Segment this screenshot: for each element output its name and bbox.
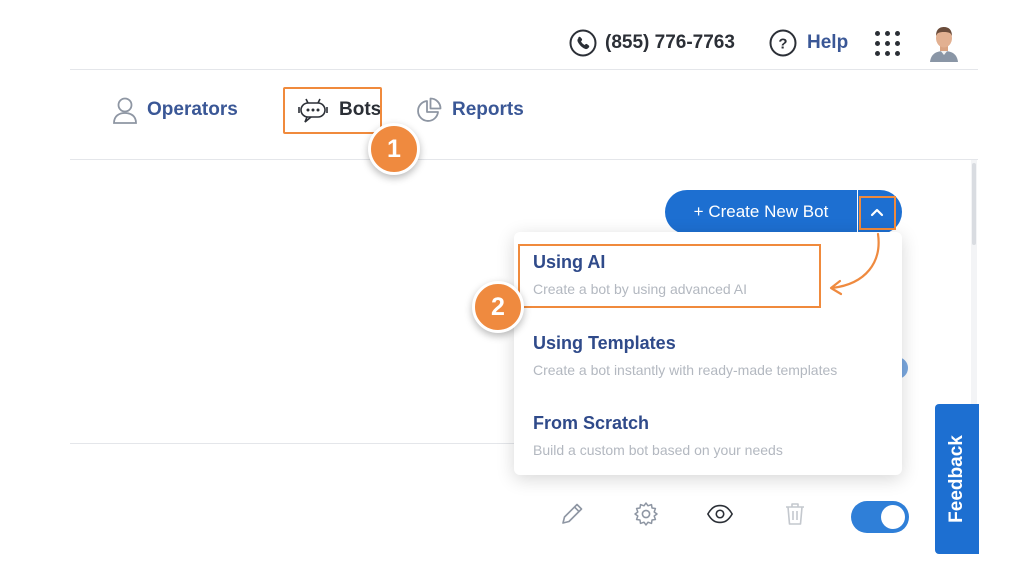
menu-item-description: Build a custom bot based on your needs xyxy=(533,442,783,458)
annotation-arrow-icon xyxy=(829,232,880,296)
pie-chart-icon xyxy=(417,97,442,122)
eye-icon[interactable] xyxy=(706,500,734,528)
user-icon xyxy=(113,97,137,124)
help-link[interactable]: ? Help xyxy=(769,28,848,58)
phone-link[interactable]: (855) 776-7763 xyxy=(569,28,735,58)
toggle-highlight-box xyxy=(859,196,896,230)
menu-item-title: From Scratch xyxy=(533,413,650,433)
tab-operators[interactable]: Operators xyxy=(112,92,238,128)
using-ai-highlight-box xyxy=(518,244,821,308)
phone-number: (855) 776-7763 xyxy=(605,32,735,53)
tabs-divider xyxy=(70,159,978,160)
feedback-label: Feedback xyxy=(946,435,967,523)
tab-label: Operators xyxy=(147,99,238,120)
menu-item-description: Create a bot instantly with ready-made t… xyxy=(533,362,838,378)
row-divider xyxy=(70,443,516,444)
tab-reports[interactable]: Reports xyxy=(415,92,524,128)
menu-item-from-scratch[interactable]: From Scratch Build a custom bot based on… xyxy=(533,413,783,458)
phone-icon xyxy=(569,29,597,57)
step-2-badge: 2 xyxy=(472,281,524,333)
settings-icon[interactable] xyxy=(632,500,660,528)
apps-grid-icon[interactable] xyxy=(874,30,900,56)
question-icon: ? xyxy=(769,29,797,57)
bot-enabled-toggle[interactable] xyxy=(851,501,909,533)
avatar[interactable] xyxy=(927,24,961,62)
bots-highlight-box xyxy=(283,87,382,134)
page: (855) 776-7763 ? Help Operators Bots Rep… xyxy=(0,0,1024,576)
step-1-badge: 1 xyxy=(368,123,420,175)
tab-label: Reports xyxy=(452,99,524,120)
toggle-knob xyxy=(881,505,905,529)
feedback-tab[interactable]: Feedback xyxy=(935,404,979,554)
menu-item-title: Using Templates xyxy=(533,333,676,353)
edit-icon[interactable] xyxy=(558,500,586,528)
help-label: Help xyxy=(807,32,849,53)
scrollbar-thumb[interactable] xyxy=(972,163,976,245)
header-divider xyxy=(70,69,978,70)
svg-text:?: ? xyxy=(778,36,787,53)
menu-item-using-templates[interactable]: Using Templates Create a bot instantly w… xyxy=(533,333,837,378)
trash-icon[interactable] xyxy=(781,500,809,528)
